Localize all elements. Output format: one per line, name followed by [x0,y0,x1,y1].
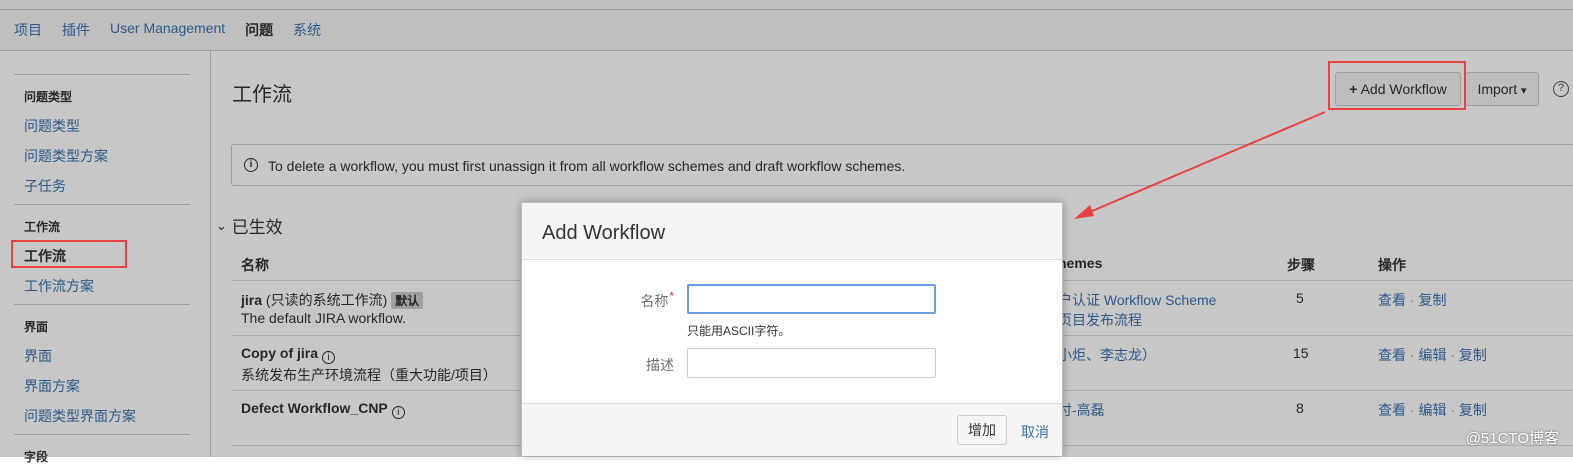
name-input[interactable] [687,284,936,314]
name-label-text: 名称 [640,293,669,309]
submit-button[interactable]: 增加 [957,415,1007,445]
cancel-link[interactable]: 取消 [1021,422,1049,442]
dialog-footer: 增加 取消 [522,403,1062,456]
watermark: @51CTO博客 [1465,430,1559,447]
name-hint: 只能用ASCII字符。 [687,324,791,338]
description-field-label: 描述 [594,355,674,375]
required-marker: * [669,289,674,303]
name-field-label: 名称* [594,289,674,311]
description-label-text: 描述 [646,357,674,373]
description-input[interactable] [687,348,936,378]
dialog-header: Add Workflow [522,203,1062,260]
add-workflow-dialog: Add Workflow 名称* 只能用ASCII字符。 描述 增加 取消 [521,202,1063,456]
dialog-title: Add Workflow [542,222,666,244]
